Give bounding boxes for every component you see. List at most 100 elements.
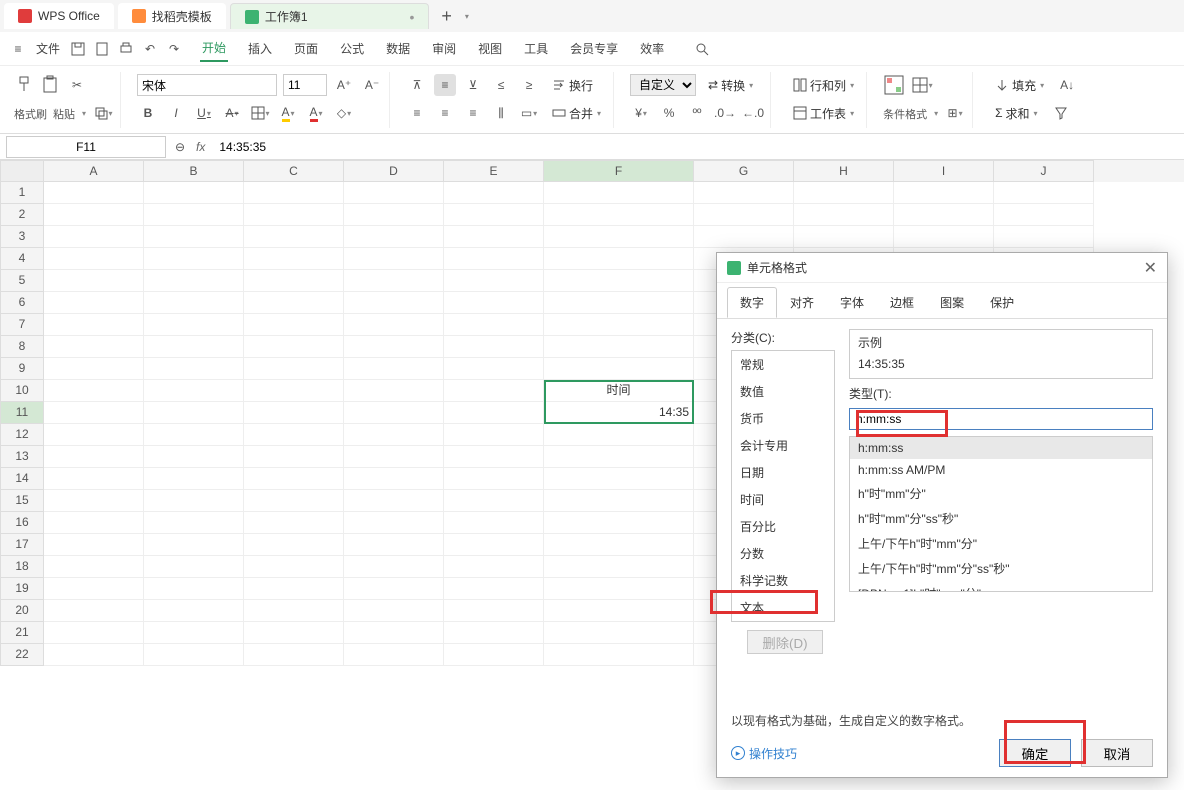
cell[interactable] xyxy=(444,248,544,270)
category-item[interactable]: 日期 xyxy=(732,459,834,486)
cell[interactable] xyxy=(694,182,794,204)
cell[interactable] xyxy=(444,204,544,226)
cell[interactable] xyxy=(44,600,144,622)
cell[interactable] xyxy=(144,292,244,314)
cell[interactable] xyxy=(144,446,244,468)
cell[interactable] xyxy=(244,424,344,446)
cancel-formula-icon[interactable]: ⊖ xyxy=(172,139,188,155)
cell[interactable] xyxy=(344,446,444,468)
print-icon[interactable] xyxy=(118,41,134,57)
cell[interactable] xyxy=(444,292,544,314)
cell[interactable] xyxy=(344,380,444,402)
cell[interactable] xyxy=(544,226,694,248)
cell[interactable] xyxy=(244,446,344,468)
fill-button[interactable]: 填充▾ xyxy=(989,74,1050,96)
cell[interactable] xyxy=(244,644,344,666)
row-header[interactable]: 9 xyxy=(0,358,44,380)
type-item[interactable]: 上午/下午h"时"mm"分"ss"秒" xyxy=(850,556,1152,581)
cell[interactable] xyxy=(144,578,244,600)
cell[interactable] xyxy=(894,226,994,248)
sum-button[interactable]: Σ求和▾ xyxy=(989,102,1043,124)
cell[interactable] xyxy=(344,314,444,336)
menu-file[interactable]: 文件 xyxy=(34,36,62,61)
increase-font-icon[interactable]: A⁺ xyxy=(333,74,355,96)
cell[interactable] xyxy=(44,622,144,644)
cell[interactable] xyxy=(344,358,444,380)
redo-icon[interactable]: ↷ xyxy=(166,41,182,57)
type-item[interactable]: 上午/下午h"时"mm"分" xyxy=(850,531,1152,556)
cell[interactable] xyxy=(44,512,144,534)
dlg-tab-protect[interactable]: 保护 xyxy=(977,287,1027,318)
cell[interactable]: 14:35 xyxy=(544,402,694,424)
indent-right-icon[interactable]: ≥ xyxy=(518,74,540,96)
cell[interactable] xyxy=(244,314,344,336)
row-header[interactable]: 2 xyxy=(0,204,44,226)
cell[interactable] xyxy=(344,468,444,490)
tab-menu-icon[interactable]: ▾ xyxy=(465,12,469,21)
cell[interactable] xyxy=(144,534,244,556)
cell[interactable] xyxy=(444,534,544,556)
cell[interactable] xyxy=(244,578,344,600)
cell[interactable] xyxy=(444,644,544,666)
cell[interactable] xyxy=(344,578,444,600)
cell[interactable] xyxy=(44,314,144,336)
row-header[interactable]: 22 xyxy=(0,644,44,666)
filter-icon[interactable] xyxy=(1050,102,1072,124)
cell[interactable] xyxy=(44,446,144,468)
cell[interactable] xyxy=(894,182,994,204)
tab-wps[interactable]: WPS Office xyxy=(4,3,114,29)
dlg-tab-font[interactable]: 字体 xyxy=(827,287,877,318)
cell[interactable] xyxy=(144,490,244,512)
category-item[interactable]: 特殊 xyxy=(732,621,834,622)
cell[interactable] xyxy=(444,424,544,446)
cell[interactable] xyxy=(244,292,344,314)
cell[interactable] xyxy=(444,622,544,644)
cell[interactable] xyxy=(144,380,244,402)
cell[interactable] xyxy=(444,358,544,380)
cell[interactable] xyxy=(44,490,144,512)
cell[interactable] xyxy=(344,534,444,556)
cell[interactable] xyxy=(544,490,694,512)
row-header[interactable]: 13 xyxy=(0,446,44,468)
tips-link[interactable]: ▸操作技巧 xyxy=(731,745,797,762)
cell[interactable] xyxy=(144,556,244,578)
rowcol-button[interactable]: 行和列▾ xyxy=(787,74,860,96)
cell[interactable] xyxy=(544,424,694,446)
menu-start[interactable]: 开始 xyxy=(200,35,228,62)
percent-icon[interactable]: % xyxy=(658,102,680,124)
decrease-font-icon[interactable]: A⁻ xyxy=(361,74,383,96)
cell[interactable] xyxy=(344,270,444,292)
cell[interactable] xyxy=(44,534,144,556)
cell[interactable] xyxy=(44,380,144,402)
cell[interactable] xyxy=(544,622,694,644)
paste-button[interactable] xyxy=(40,75,60,95)
row-header[interactable]: 3 xyxy=(0,226,44,248)
increase-decimal-icon[interactable]: .0→ xyxy=(714,102,736,124)
cell[interactable] xyxy=(344,292,444,314)
fx-icon[interactable]: fx xyxy=(188,140,213,154)
cell[interactable] xyxy=(794,226,894,248)
category-item[interactable]: 文本 xyxy=(732,594,834,621)
align-left-icon[interactable]: ≡ xyxy=(406,102,428,124)
category-item[interactable]: 分数 xyxy=(732,540,834,567)
cell[interactable] xyxy=(244,468,344,490)
italic-icon[interactable]: I xyxy=(165,102,187,124)
menu-view[interactable]: 视图 xyxy=(476,36,504,61)
cell[interactable] xyxy=(244,490,344,512)
col-header[interactable]: B xyxy=(144,160,244,182)
cell[interactable] xyxy=(344,424,444,446)
type-item[interactable]: h:mm:ss xyxy=(850,437,1152,459)
format-brush-button[interactable] xyxy=(14,75,34,95)
cell[interactable] xyxy=(244,226,344,248)
cell[interactable] xyxy=(44,556,144,578)
cell[interactable] xyxy=(244,336,344,358)
cell[interactable] xyxy=(444,578,544,600)
orientation-icon[interactable]: ▭▾ xyxy=(518,102,540,124)
name-box[interactable] xyxy=(6,136,166,158)
menu-insert[interactable]: 插入 xyxy=(246,36,274,61)
category-list[interactable]: 常规数值货币会计专用日期时间百分比分数科学记数文本特殊自定义 xyxy=(731,350,835,622)
row-header[interactable]: 5 xyxy=(0,270,44,292)
cell[interactable] xyxy=(44,578,144,600)
row-header[interactable]: 8 xyxy=(0,336,44,358)
cell[interactable] xyxy=(544,182,694,204)
